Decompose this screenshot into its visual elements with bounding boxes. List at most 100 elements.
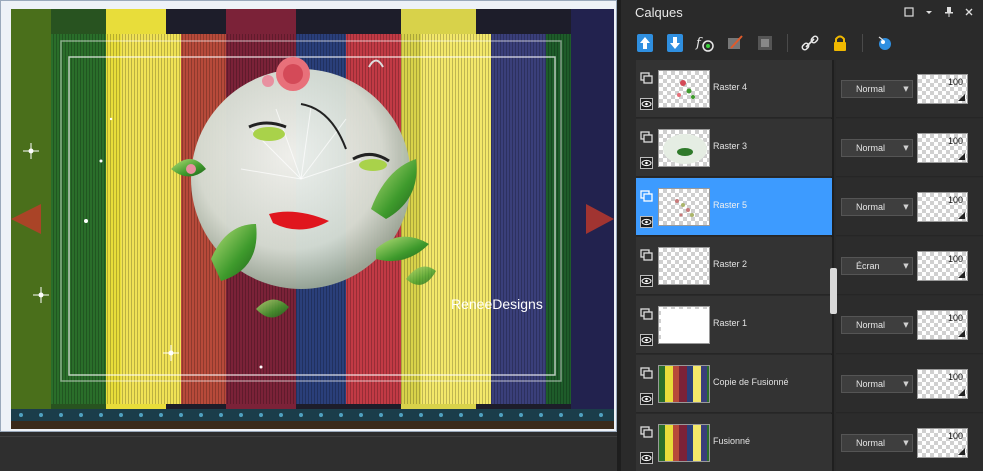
- panel-title: Calques: [635, 5, 683, 20]
- layer-name: Fusionné: [713, 436, 751, 446]
- eye-icon[interactable]: [640, 272, 653, 287]
- layers-toolbar: f: [621, 28, 983, 58]
- opacity-value: 100: [947, 313, 963, 323]
- pin-icon[interactable]: [943, 5, 955, 19]
- link-icon[interactable]: [799, 32, 821, 54]
- canvas-image[interactable]: ReneeDesigns: [11, 9, 614, 429]
- chevron-down-icon: ▼: [903, 439, 909, 447]
- layer-row[interactable]: Raster 4 Normal ▼ 100: [636, 60, 983, 118]
- layer-thumbnail[interactable]: [658, 424, 710, 462]
- layer-type-icon[interactable]: [640, 246, 653, 261]
- layer-type-icon[interactable]: [640, 305, 653, 320]
- artwork-illustration: ReneeDesigns: [11, 9, 614, 429]
- layer-name: Raster 2: [713, 259, 748, 269]
- layers-panel-header: Calques: [621, 0, 983, 26]
- opacity-slider-icon: [958, 94, 965, 101]
- blend-mode-select[interactable]: Normal ▼: [841, 198, 913, 216]
- opacity-value: 100: [947, 431, 963, 441]
- layer-item[interactable]: Raster 4: [636, 60, 832, 118]
- opacity-field[interactable]: 100: [917, 192, 968, 222]
- blend-mode-value: Normal: [856, 143, 886, 153]
- layer-item[interactable]: Raster 5: [636, 178, 832, 236]
- opacity-field[interactable]: 100: [917, 251, 968, 281]
- layer-item[interactable]: Raster 1: [636, 296, 832, 354]
- layer-thumbnail[interactable]: [658, 247, 710, 285]
- chevron-down-icon: ▼: [903, 203, 909, 211]
- blend-mode-select[interactable]: Normal ▼: [841, 316, 913, 334]
- layer-effects-icon[interactable]: f: [694, 32, 716, 54]
- refresh-layers-icon[interactable]: [874, 32, 896, 54]
- layer-type-icon[interactable]: [640, 423, 653, 438]
- layer-thumbnail[interactable]: [658, 306, 710, 344]
- blend-mode-select[interactable]: Normal ▼: [841, 375, 913, 393]
- opacity-field[interactable]: 100: [917, 428, 968, 458]
- layer-row[interactable]: Raster 5 Normal ▼ 100: [636, 178, 983, 236]
- opacity-field[interactable]: 100: [917, 74, 968, 104]
- layer-row[interactable]: Fusionné Normal ▼ 100: [636, 414, 983, 471]
- eye-icon[interactable]: [640, 95, 653, 110]
- edit-layer-icon[interactable]: [724, 32, 746, 54]
- layer-thumbnail[interactable]: [658, 365, 710, 403]
- blend-mode-value: Normal: [856, 320, 886, 330]
- panel-resize-handle[interactable]: [830, 268, 837, 314]
- eye-icon[interactable]: [640, 213, 653, 228]
- chevron-down-icon: ▼: [903, 144, 909, 152]
- layer-item[interactable]: Copie de Fusionné: [636, 355, 832, 413]
- layer-row[interactable]: Raster 2 Écran ▼ 100: [636, 237, 983, 295]
- maximize-icon[interactable]: [903, 5, 915, 19]
- opacity-field[interactable]: 100: [917, 133, 968, 163]
- layer-type-icon[interactable]: [640, 364, 653, 379]
- layers-list: Raster 4 Normal ▼ 100 Raster 3 Normal ▼ 100 Rast…: [636, 60, 983, 471]
- layer-row[interactable]: Copie de Fusionné Normal ▼ 100: [636, 355, 983, 413]
- opacity-field[interactable]: 100: [917, 310, 968, 340]
- watermark-text: ReneeDesigns: [451, 296, 543, 312]
- move-layer-down-icon[interactable]: [664, 32, 686, 54]
- opacity-slider-icon: [958, 153, 965, 160]
- opacity-value: 100: [947, 254, 963, 264]
- layer-type-icon[interactable]: [640, 187, 653, 202]
- eye-icon[interactable]: [640, 449, 653, 464]
- menu-dropdown-icon[interactable]: [923, 5, 935, 19]
- blend-mode-value: Normal: [856, 84, 886, 94]
- layers-panel: Calques f Raster 4 Normal ▼ 100 Raster 3…: [621, 0, 983, 471]
- eye-icon[interactable]: [640, 154, 653, 169]
- chevron-down-icon: ▼: [903, 321, 909, 329]
- layer-thumbnail[interactable]: [658, 70, 710, 108]
- layer-row[interactable]: Raster 3 Normal ▼ 100: [636, 119, 983, 177]
- layer-row[interactable]: Raster 1 Normal ▼ 100: [636, 296, 983, 354]
- opacity-slider-icon: [958, 212, 965, 219]
- image-window: ReneeDesigns: [0, 0, 617, 432]
- layer-type-icon[interactable]: [640, 69, 653, 84]
- layer-thumbnail[interactable]: [658, 188, 710, 226]
- blend-mode-value: Normal: [856, 202, 886, 212]
- canvas-status-area: [0, 436, 617, 471]
- layer-item[interactable]: Fusionné: [636, 414, 832, 471]
- blend-mode-value: Normal: [856, 379, 886, 389]
- move-layer-up-icon[interactable]: [634, 32, 656, 54]
- layer-name: Copie de Fusionné: [713, 377, 789, 387]
- blend-mode-select[interactable]: Normal ▼: [841, 434, 913, 452]
- blend-mode-select[interactable]: Normal ▼: [841, 139, 913, 157]
- eye-icon[interactable]: [640, 331, 653, 346]
- chevron-down-icon: ▼: [903, 380, 909, 388]
- close-icon[interactable]: [963, 5, 975, 19]
- blend-mode-value: Écran: [856, 261, 880, 271]
- eye-icon[interactable]: [640, 390, 653, 405]
- layer-type-icon[interactable]: [640, 128, 653, 143]
- opacity-slider-icon: [958, 271, 965, 278]
- blend-mode-select[interactable]: Écran ▼: [841, 257, 913, 275]
- blend-mode-select[interactable]: Normal ▼: [841, 80, 913, 98]
- mask-layer-icon[interactable]: [754, 32, 776, 54]
- lock-icon[interactable]: [829, 32, 851, 54]
- opacity-value: 100: [947, 77, 963, 87]
- layer-item[interactable]: Raster 2: [636, 237, 832, 295]
- layer-thumbnail[interactable]: [658, 129, 710, 167]
- layer-name: Raster 4: [713, 82, 748, 92]
- svg-text:f: f: [695, 36, 703, 51]
- opacity-field[interactable]: 100: [917, 369, 968, 399]
- canvas-area: ReneeDesigns: [0, 0, 620, 471]
- layer-item[interactable]: Raster 3: [636, 119, 832, 177]
- layer-name: Raster 1: [713, 318, 748, 328]
- opacity-value: 100: [947, 372, 963, 382]
- layer-name: Raster 5: [713, 200, 748, 210]
